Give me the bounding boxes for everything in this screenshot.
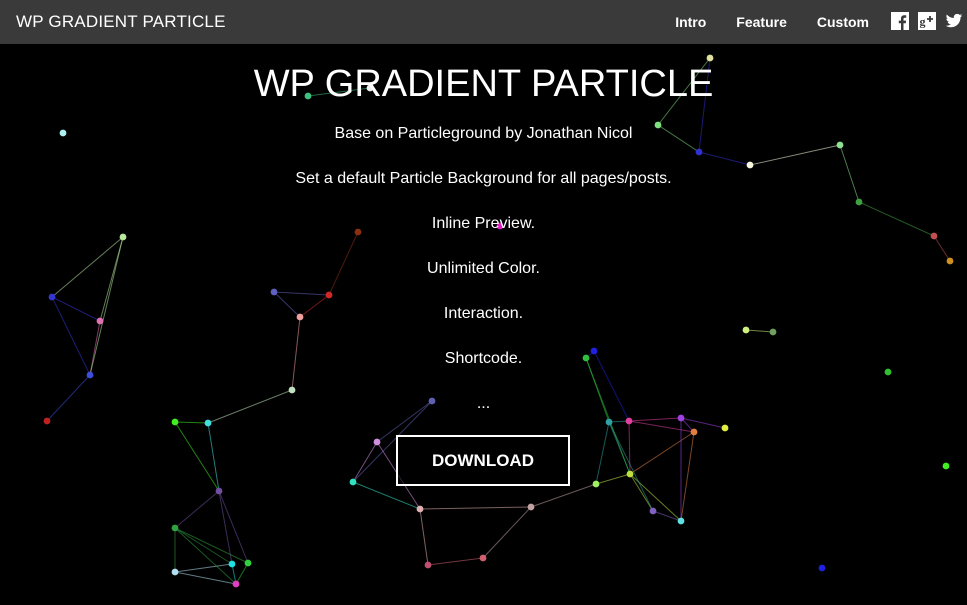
- particle-dot: [171, 524, 179, 532]
- particle-dot: [626, 470, 634, 478]
- nav-link-feature[interactable]: Feature: [736, 14, 787, 30]
- social-links: g: [891, 12, 963, 30]
- particle-link: [652, 510, 682, 522]
- particle-dot: [527, 503, 535, 511]
- particle-link: [174, 490, 220, 529]
- google-plus-icon[interactable]: g: [918, 12, 936, 30]
- feature-item: Unlimited Color.: [427, 260, 540, 277]
- feature-item: Interaction.: [443, 305, 524, 322]
- particle-dot: [942, 462, 950, 470]
- particle-link: [218, 490, 233, 565]
- particle-link: [680, 431, 695, 522]
- twitter-icon[interactable]: [945, 12, 963, 30]
- nav-link-intro[interactable]: Intro: [675, 14, 706, 30]
- particle-dot: [424, 561, 432, 569]
- hero-title: WP GRADIENT PARTICLE: [253, 63, 714, 105]
- particle-link: [530, 483, 597, 508]
- feature-item: Shortcode.: [444, 350, 523, 367]
- particle-link: [174, 571, 237, 585]
- download-button[interactable]: DOWNLOAD: [396, 435, 570, 486]
- particle-link: [174, 527, 233, 565]
- particle-dot: [649, 507, 657, 515]
- particle-dot: [228, 560, 236, 568]
- particle-dot: [818, 564, 826, 572]
- facebook-icon[interactable]: [891, 12, 909, 30]
- feature-item: Base on Particleground by Jonathan Nicol: [334, 125, 633, 142]
- particle-link: [595, 473, 631, 485]
- feature-list: Base on Particleground by Jonathan Nicol…: [0, 123, 967, 438]
- particle-link: [235, 562, 249, 585]
- svg-text:g: g: [920, 15, 926, 29]
- particle-dot: [215, 487, 223, 495]
- nav-link-custom[interactable]: Custom: [817, 14, 869, 30]
- nav-links: Intro Feature Custom: [675, 14, 869, 30]
- particle-dot: [171, 568, 179, 576]
- particle-link: [352, 481, 421, 510]
- particle-link: [419, 508, 429, 566]
- particle-link: [352, 441, 378, 483]
- particle-link: [218, 490, 249, 564]
- particle-dot: [592, 480, 600, 488]
- particle-dot: [349, 478, 357, 486]
- navbar: WP GRADIENT PARTICLE Intro Feature Custo…: [0, 0, 967, 44]
- particle-link: [174, 527, 249, 564]
- particle-dot: [677, 517, 685, 525]
- feature-item: ...: [476, 395, 491, 412]
- particle-dot: [416, 505, 424, 513]
- brand-title[interactable]: WP GRADIENT PARTICLE: [16, 12, 226, 32]
- particle-dot: [373, 438, 381, 446]
- particle-link: [174, 563, 233, 573]
- feature-item: Set a default Particle Background for al…: [295, 170, 672, 187]
- feature-item: Inline Preview.: [431, 215, 536, 232]
- particle-dot: [232, 580, 240, 588]
- particle-dot: [479, 554, 487, 562]
- particle-dot: [244, 559, 252, 567]
- particle-link: [427, 557, 484, 566]
- particle-link: [629, 431, 695, 475]
- particle-link: [419, 506, 532, 510]
- hero: WP GRADIENT PARTICLE Base on Particlegro…: [0, 60, 967, 438]
- particle-link: [482, 506, 532, 559]
